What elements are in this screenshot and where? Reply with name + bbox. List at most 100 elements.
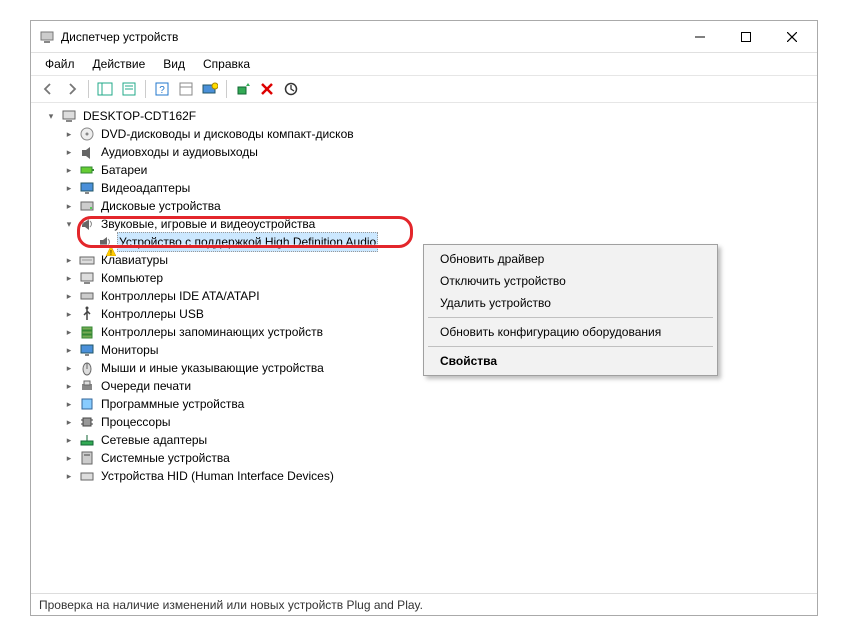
- tree-item[interactable]: ▸ Очереди печати: [63, 377, 807, 395]
- chevron-right-icon[interactable]: ▸: [63, 380, 75, 392]
- tree-item[interactable]: ▾ Звуковые, игровые и видеоустройства: [63, 215, 807, 233]
- show-hide-button[interactable]: [94, 78, 116, 100]
- tree-item[interactable]: ▸ Батареи: [63, 161, 807, 179]
- tree-item-label: Мониторы: [99, 341, 160, 359]
- tree-item[interactable]: ▸ Системные устройства: [63, 449, 807, 467]
- tree-item-label: Контроллеры IDE ATA/ATAPI: [99, 287, 262, 305]
- update-driver-button[interactable]: [232, 78, 254, 100]
- storage-icon: [79, 324, 95, 340]
- chevron-right-icon[interactable]: ▸: [63, 362, 75, 374]
- display-icon: [79, 180, 95, 196]
- sound-icon: !: [97, 234, 113, 250]
- help-button[interactable]: ?: [151, 78, 173, 100]
- menu-file[interactable]: Файл: [37, 55, 83, 73]
- tree-item-label: Батареи: [99, 161, 149, 179]
- context-delete-device[interactable]: Удалить устройство: [426, 292, 715, 314]
- disable-button[interactable]: [280, 78, 302, 100]
- tree-item-label: Видеоадаптеры: [99, 179, 192, 197]
- menu-action[interactable]: Действие: [85, 55, 154, 73]
- tree-root[interactable]: ▾ DESKTOP-CDT162F: [45, 107, 807, 125]
- tree-item-label: Системные устройства: [99, 449, 232, 467]
- forward-button[interactable]: [61, 78, 83, 100]
- context-update-driver[interactable]: Обновить драйвер: [426, 248, 715, 270]
- svg-text:!: !: [110, 250, 112, 256]
- menu-separator: [428, 317, 713, 318]
- chevron-right-icon[interactable]: ▸: [63, 200, 75, 212]
- mouse-icon: [79, 360, 95, 376]
- chevron-right-icon[interactable]: ▸: [63, 452, 75, 464]
- tree-item[interactable]: ▸ Аудиовходы и аудиовыходы: [63, 143, 807, 161]
- tree-item[interactable]: ▸ Процессоры: [63, 413, 807, 431]
- svg-text:?: ?: [159, 85, 165, 96]
- menubar: Файл Действие Вид Справка: [31, 53, 817, 75]
- chevron-right-icon[interactable]: ▸: [63, 146, 75, 158]
- menu-view[interactable]: Вид: [155, 55, 193, 73]
- dvd-icon: [79, 126, 95, 142]
- view-mode-button[interactable]: [175, 78, 197, 100]
- chevron-right-icon[interactable]: ▸: [63, 434, 75, 446]
- tree-item-label: Устройства HID (Human Interface Devices): [99, 467, 336, 485]
- titlebar: Диспетчер устройств: [31, 21, 817, 53]
- cpu-icon: [79, 414, 95, 430]
- chevron-right-icon[interactable]: ▸: [63, 164, 75, 176]
- minimize-button[interactable]: [677, 21, 723, 52]
- chevron-right-icon[interactable]: ▸: [63, 308, 75, 320]
- chevron-down-icon[interactable]: ▾: [45, 110, 57, 122]
- tree-item-label: Аудиовходы и аудиовыходы: [99, 143, 260, 161]
- tree-item-label: Дисковые устройства: [99, 197, 223, 215]
- chevron-right-icon[interactable]: ▸: [63, 326, 75, 338]
- audio-icon: [79, 144, 95, 160]
- app-icon: [39, 29, 55, 45]
- tree-item-label: Контроллеры USB: [99, 305, 206, 323]
- chevron-down-icon[interactable]: ▾: [63, 218, 75, 230]
- chevron-right-icon[interactable]: ▸: [63, 182, 75, 194]
- tree-item[interactable]: ▸ Видеоадаптеры: [63, 179, 807, 197]
- window-controls: [677, 21, 815, 52]
- tree-item[interactable]: ▸ Устройства HID (Human Interface Devices…: [63, 467, 807, 485]
- network-icon: [79, 432, 95, 448]
- properties-button[interactable]: [118, 78, 140, 100]
- chevron-right-icon[interactable]: ▸: [63, 128, 75, 140]
- computer-icon: [79, 270, 95, 286]
- chevron-right-icon[interactable]: ▸: [63, 272, 75, 284]
- context-properties[interactable]: Свойства: [426, 350, 715, 372]
- tree-item[interactable]: ▸Программные устройства: [63, 395, 807, 413]
- tree-item-label: Устройство с поддержкой High Definition …: [117, 232, 378, 252]
- menu-separator: [428, 346, 713, 347]
- tree-item-label: Звуковые, игровые и видеоустройства: [99, 215, 317, 233]
- tree-item[interactable]: ▸Сетевые адаптеры: [63, 431, 807, 449]
- usb-icon: [79, 306, 95, 322]
- tree-item[interactable]: ▸ DVD-дисководы и дисководы компакт-диско…: [63, 125, 807, 143]
- sound-icon: [79, 216, 95, 232]
- menu-help[interactable]: Справка: [195, 55, 258, 73]
- back-button[interactable]: [37, 78, 59, 100]
- uninstall-button[interactable]: [256, 78, 278, 100]
- chevron-right-icon[interactable]: ▸: [63, 470, 75, 482]
- tree-item[interactable]: ▸ Дисковые устройства: [63, 197, 807, 215]
- toolbar: ?: [31, 75, 817, 103]
- printer-icon: [79, 378, 95, 394]
- tree-item-label: DVD-дисководы и дисководы компакт-дисков: [99, 125, 356, 143]
- context-disable-device[interactable]: Отключить устройство: [426, 270, 715, 292]
- chevron-right-icon[interactable]: ▸: [63, 254, 75, 266]
- chevron-right-icon[interactable]: ▸: [63, 344, 75, 356]
- tree-item-label: Мыши и иные указывающие устройства: [99, 359, 326, 377]
- tree-item-label: Процессоры: [99, 413, 173, 431]
- window-title: Диспетчер устройств: [61, 30, 677, 44]
- system-icon: [79, 450, 95, 466]
- context-scan-hardware[interactable]: Обновить конфигурацию оборудования: [426, 321, 715, 343]
- tree-root-label: DESKTOP-CDT162F: [81, 107, 198, 125]
- tree-item-label: Контроллеры запоминающих устройств: [99, 323, 325, 341]
- warning-icon: !: [106, 243, 116, 253]
- disk-icon: [79, 198, 95, 214]
- device-manager-window: Диспетчер устройств Файл Действие Вид Сп…: [30, 20, 818, 616]
- chevron-right-icon[interactable]: ▸: [63, 416, 75, 428]
- chevron-right-icon[interactable]: ▸: [63, 290, 75, 302]
- device-tree[interactable]: ▾ DESKTOP-CDT162F ▸ DVD-дисководы и диско…: [31, 103, 817, 593]
- close-button[interactable]: [769, 21, 815, 52]
- maximize-button[interactable]: [723, 21, 769, 52]
- chevron-right-icon[interactable]: ▸: [63, 398, 75, 410]
- context-menu: Обновить драйвер Отключить устройство Уд…: [423, 244, 718, 376]
- tree-item-label: Очереди печати: [99, 377, 193, 395]
- scan-hardware-button[interactable]: [199, 78, 221, 100]
